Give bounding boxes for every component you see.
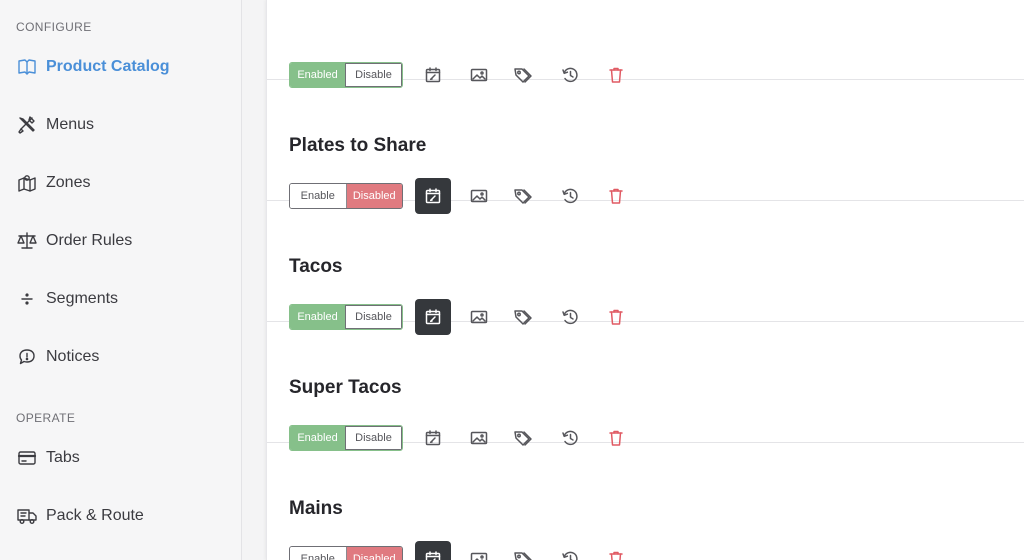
disable-option[interactable]: Disabled xyxy=(345,547,402,560)
sidebar-item-menus[interactable]: Menus xyxy=(16,111,94,139)
card-icon xyxy=(16,447,38,469)
calendar-edit-icon xyxy=(424,550,442,560)
sidebar-item-segments[interactable]: Segments xyxy=(16,285,118,313)
sidebar-item-label: Menus xyxy=(46,116,95,133)
sidebar-item-label: Notices xyxy=(46,348,100,365)
sidebar-item-product-catalog[interactable]: Product Catalog xyxy=(16,53,170,81)
enable-option[interactable]: Enable xyxy=(290,547,346,560)
delivery-truck-icon xyxy=(16,505,38,527)
divide-icon xyxy=(16,288,38,310)
sidebar: CONFIGURE Product Catalog Menus Zones Or… xyxy=(0,0,242,560)
category-title: Tacos xyxy=(289,256,343,277)
sidebar-item-label: Order Rules xyxy=(46,232,133,249)
sidebar-item-label: Tabs xyxy=(46,449,80,466)
category-title: Plates to Share xyxy=(289,135,427,156)
category-title: Mains xyxy=(289,498,343,519)
sidebar-item-tabs[interactable]: Tabs xyxy=(16,444,80,472)
catalog-row: Tacos Enabled Disable xyxy=(267,201,1024,335)
tag-icon xyxy=(513,550,535,560)
image-icon xyxy=(470,551,488,560)
catalog-row: Enabled Disable xyxy=(267,0,1024,88)
delete-button[interactable] xyxy=(598,541,634,560)
speech-bubble-icon xyxy=(16,346,38,368)
sidebar-item-pack-route[interactable]: Pack & Route xyxy=(16,502,144,530)
catalog-row: Super Tacos Enabled Disable xyxy=(267,322,1024,451)
section-label-operate: OPERATE xyxy=(16,411,76,425)
sidebar-item-notices[interactable]: Notices xyxy=(16,343,99,371)
image-button[interactable] xyxy=(461,541,497,560)
catalog-row: Mains Enable Disabled xyxy=(267,443,1024,560)
catalog-list: Enabled Disable Plates to Share Enable D… xyxy=(266,0,1024,560)
tags-button[interactable] xyxy=(506,541,542,560)
sidebar-item-label: Zones xyxy=(46,174,91,191)
scale-icon xyxy=(16,230,38,252)
map-icon xyxy=(16,172,38,194)
category-title: Super Tacos xyxy=(289,377,402,398)
sidebar-item-label: Segments xyxy=(46,290,119,307)
schedule-button[interactable] xyxy=(415,541,451,560)
trash-icon xyxy=(608,550,624,560)
book-icon xyxy=(16,56,38,78)
sidebar-item-label: Pack & Route xyxy=(46,507,144,524)
app-window: CONFIGURE Product Catalog Menus Zones Or… xyxy=(0,0,1024,560)
sidebar-item-label: Product Catalog xyxy=(46,58,170,75)
section-label-configure: CONFIGURE xyxy=(16,20,92,34)
sidebar-item-order-rules[interactable]: Order Rules xyxy=(16,227,132,255)
catalog-row: Plates to Share Enable Disabled xyxy=(267,80,1024,214)
sidebar-item-zones[interactable]: Zones xyxy=(16,169,90,197)
history-button[interactable] xyxy=(552,541,588,560)
enable-toggle: Enable Disabled xyxy=(289,546,403,560)
history-icon xyxy=(561,550,579,560)
utensils-icon xyxy=(16,114,38,136)
